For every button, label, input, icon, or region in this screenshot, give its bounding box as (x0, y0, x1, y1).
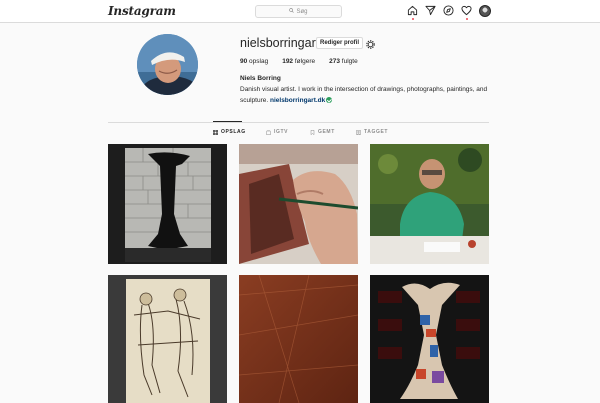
gear-icon[interactable] (365, 37, 376, 49)
tag-icon (356, 129, 361, 135)
explore-icon[interactable] (443, 5, 454, 16)
followers-stat[interactable]: 192 følgere (282, 58, 315, 65)
posts-label: opslag (249, 58, 269, 65)
tab-igtv[interactable]: IGTV (266, 129, 288, 135)
tab-saved[interactable]: GEMT (310, 129, 335, 135)
post-thumbnail[interactable] (239, 275, 358, 403)
activity-notification-dot (465, 18, 468, 20)
posts-count: 90 (240, 58, 248, 65)
post-thumbnail[interactable] (370, 144, 489, 264)
tab-posts[interactable]: OPSLAG (213, 129, 246, 135)
profile-bio: Danish visual artist. I work in the inte… (240, 84, 500, 106)
tab-tagged[interactable]: TAGGET (356, 129, 388, 135)
tab-saved-label: GEMT (318, 129, 335, 135)
profile-full-name: Niels Borring (240, 75, 281, 82)
followers-label: følgere (294, 58, 316, 65)
profile-tabs: OPSLAG IGTV GEMT TAGGET (108, 121, 489, 142)
tab-igtv-label: IGTV (274, 129, 289, 135)
post-thumbnail[interactable] (370, 275, 489, 403)
following-label: fulgte (341, 58, 358, 65)
following-stat[interactable]: 273 fulgte (329, 58, 358, 65)
profile-website-link[interactable]: nielsborringart.dk (270, 97, 325, 104)
top-navigation: Instagram Søg (0, 0, 600, 23)
profile-stats: 90 opslag 192 følgere 273 fulgte (240, 58, 358, 65)
tab-posts-label: OPSLAG (221, 129, 246, 135)
verified-check-icon (326, 97, 333, 103)
home-notification-dot (411, 18, 414, 20)
post-thumbnail[interactable] (108, 275, 227, 403)
active-tab-indicator (213, 121, 242, 122)
home-icon[interactable] (407, 5, 418, 20)
post-thumbnail[interactable] (108, 144, 227, 264)
profile-avatar[interactable] (137, 34, 198, 95)
profile-avatar-nav[interactable] (479, 5, 491, 17)
igtv-icon (266, 129, 271, 135)
bookmark-icon (310, 129, 315, 135)
direct-icon[interactable] (425, 5, 436, 16)
following-count: 273 (329, 58, 340, 65)
post-thumbnail[interactable] (239, 144, 358, 264)
profile-username: nielsborringart (240, 36, 320, 50)
tab-tagged-label: TAGGET (364, 129, 389, 135)
activity-heart-icon[interactable] (461, 5, 472, 20)
posts-stat: 90 opslag (240, 58, 268, 65)
grid-icon (213, 129, 218, 135)
followers-count: 192 (282, 58, 294, 65)
edit-profile-button[interactable]: Rediger profil (316, 37, 364, 49)
